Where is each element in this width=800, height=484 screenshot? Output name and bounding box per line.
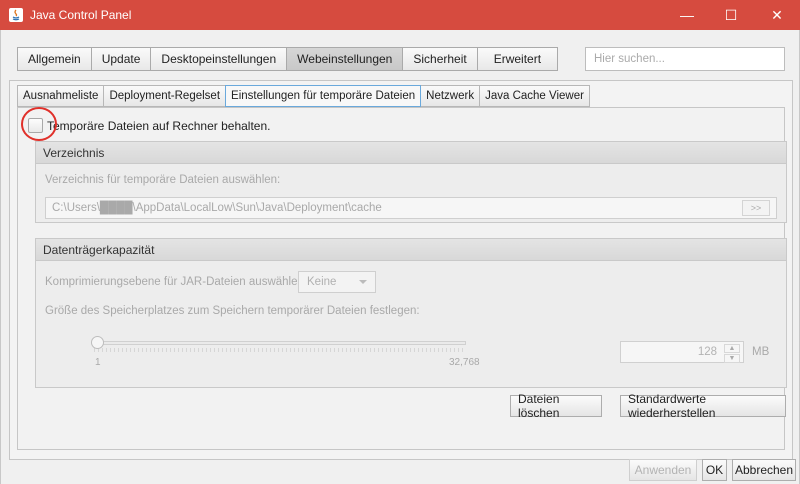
compression-select[interactable]: Keine — [298, 271, 376, 293]
cancel-button[interactable]: Abbrechen — [732, 459, 796, 481]
search-input[interactable]: Hier suchen... — [585, 47, 785, 71]
directory-instruction: Verzeichnis für temporäre Dateien auswäh… — [45, 174, 281, 186]
subtab-java-cache-viewer[interactable]: Java Cache Viewer — [479, 85, 590, 107]
spinner-arrows: ▲ ▼ — [724, 344, 740, 363]
compression-value: Keine — [307, 276, 337, 288]
compression-label: Komprimierungsebene für JAR-Dateien ausw… — [45, 276, 308, 288]
chevron-down-icon — [359, 280, 367, 284]
apply-button[interactable]: Anwenden — [629, 459, 697, 481]
spinner-down-icon[interactable]: ▼ — [724, 354, 740, 363]
maximize-button[interactable]: ☐ — [708, 0, 754, 30]
capacity-group: Datenträgerkapazität Komprimierungsebene… — [35, 238, 787, 388]
tab-desktopeinstellungen[interactable]: Desktopeinstellungen — [150, 47, 288, 71]
tab-erweitert[interactable]: Erweitert — [476, 47, 559, 71]
tab-allgemein[interactable]: Allgemein — [17, 47, 92, 71]
tab-sicherheit[interactable]: Sicherheit — [402, 47, 478, 71]
subtab-ausnahmeliste[interactable]: Ausnahmeliste — [17, 85, 105, 107]
subtab-deployment-regelset[interactable]: Deployment-Regelset — [103, 85, 227, 107]
close-button[interactable]: ✕ — [754, 0, 800, 30]
annotation-circle — [21, 107, 57, 141]
minimize-button[interactable]: — — [664, 0, 710, 30]
directory-group-title: Verzeichnis — [36, 142, 786, 164]
slider-max-label: 32,768 — [449, 357, 480, 368]
slider-min-label: 1 — [95, 357, 101, 368]
size-label: Größe des Speicherplatzes zum Speichern … — [45, 305, 420, 317]
spinner-up-icon[interactable]: ▲ — [724, 344, 740, 353]
directory-group: Verzeichnis Verzeichnis für temporäre Da… — [35, 141, 787, 223]
keep-temp-files-row[interactable]: Temporäre Dateien auf Rechner behalten. — [28, 118, 270, 133]
capacity-group-title: Datenträgerkapazität — [36, 239, 786, 261]
sub-tabs: Ausnahmeliste Deployment-Regelset Einste… — [17, 85, 590, 107]
window-title: Java Control Panel — [30, 8, 132, 22]
browse-button[interactable]: >> — [742, 200, 770, 216]
tab-webeinstellungen[interactable]: Webeinstellungen — [286, 47, 404, 71]
size-slider-handle[interactable] — [91, 336, 104, 349]
size-unit: MB — [752, 346, 770, 358]
size-spinner[interactable]: 128 ▲ ▼ — [620, 341, 744, 363]
size-slider-ticks — [94, 348, 466, 352]
restore-defaults-button[interactable]: Standardwerte wiederherstellen — [620, 392, 786, 420]
size-slider-track[interactable] — [94, 341, 466, 345]
ok-button[interactable]: OK — [702, 459, 727, 481]
control-panel-window: Allgemein Update Desktopeinstellungen We… — [0, 30, 800, 484]
java-logo-icon — [9, 8, 23, 22]
keep-temp-files-label: Temporäre Dateien auf Rechner behalten. — [47, 118, 271, 133]
cache-path-field: C:\Users\████\AppData\LocalLow\Sun\Java\… — [45, 197, 777, 219]
subtab-netzwerk[interactable]: Netzwerk — [420, 85, 481, 107]
size-value: 128 — [697, 346, 717, 358]
cache-path-text: C:\Users\████\AppData\LocalLow\Sun\Java\… — [52, 202, 382, 214]
title-bar: Java Control Panel — ☐ ✕ — [0, 0, 800, 30]
delete-files-button[interactable]: Dateien löschen — [510, 392, 602, 420]
main-tabs: Allgemein Update Desktopeinstellungen We… — [17, 47, 559, 71]
tab-update[interactable]: Update — [90, 47, 152, 71]
subtab-temporaere-dateien[interactable]: Einstellungen für temporäre Dateien — [225, 85, 422, 107]
